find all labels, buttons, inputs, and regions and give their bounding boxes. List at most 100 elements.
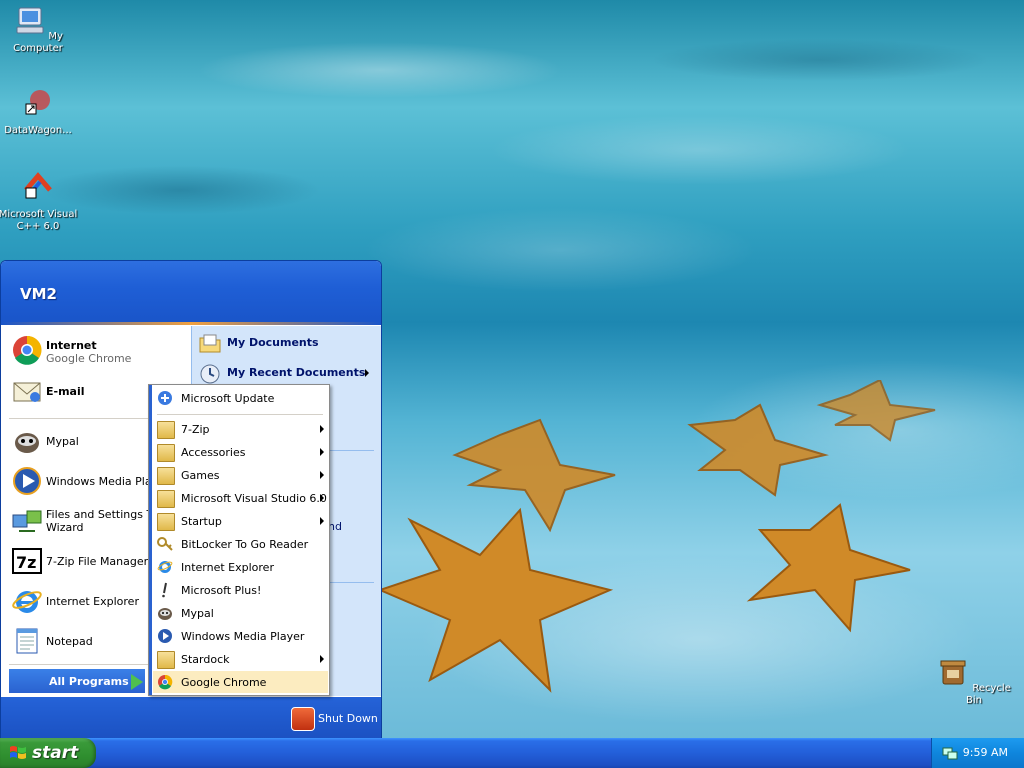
chrome-icon xyxy=(13,335,42,365)
chevron-right-icon xyxy=(320,425,324,433)
folder-icon xyxy=(157,513,175,531)
chevron-right-icon xyxy=(320,448,324,456)
right-partial-label: nd xyxy=(328,520,342,533)
submenu-item-accessories[interactable]: Accessories xyxy=(153,441,328,463)
submenu-item-mypal[interactable]: Mypal xyxy=(153,602,328,624)
plus-icon xyxy=(162,582,167,598)
update-icon xyxy=(158,391,172,405)
desktop-icon-label: DataWagon... xyxy=(4,125,72,136)
7zip-icon: 7z xyxy=(12,548,42,574)
chevron-right-icon xyxy=(320,471,324,479)
recent-title-line2: Wizard xyxy=(46,521,84,534)
submenu-label: Windows Media Player xyxy=(181,630,305,643)
submenu-label: Google Chrome xyxy=(181,676,267,689)
submenu-item-internet-explorer[interactable]: Internet Explorer xyxy=(153,556,328,578)
all-programs-label: All Programs xyxy=(49,675,129,688)
recent-title: Notepad xyxy=(46,635,93,648)
submenu-item-startup[interactable]: Startup xyxy=(153,510,328,532)
folder-icon xyxy=(157,490,175,508)
wallpaper-starfish xyxy=(380,380,936,693)
recent-title: Internet Explorer xyxy=(46,595,139,608)
desktop-icon-my-computer[interactable]: My Computer xyxy=(0,4,78,55)
submenu-label: Stardock xyxy=(181,653,230,666)
user-name: VM2 xyxy=(20,285,57,303)
ie-icon xyxy=(157,561,173,573)
header-divider xyxy=(1,322,381,325)
folder-icon xyxy=(157,467,175,485)
bitlocker-icon xyxy=(157,537,173,551)
email-icon xyxy=(13,382,41,402)
submenu-label: Games xyxy=(181,469,220,482)
recent-title: 7-Zip File Manager xyxy=(46,555,149,568)
start-label: start xyxy=(32,743,79,763)
desktop-icon-visual-cpp[interactable]: Microsoft Visual C++ 6.0 xyxy=(0,170,78,233)
submenu-label: 7-Zip xyxy=(181,423,210,436)
computer-icon xyxy=(16,7,44,34)
taskbar: start 9:59 AM xyxy=(0,738,1024,768)
media-player-icon xyxy=(158,629,172,643)
visual-cpp-icon xyxy=(24,172,52,199)
submenu-item-bitlocker[interactable]: BitLocker To Go Reader xyxy=(153,533,328,555)
submenu-label: Accessories xyxy=(181,446,246,459)
chevron-right-icon xyxy=(365,369,369,377)
arrow-right-icon xyxy=(131,674,143,690)
submenu-item-microsoft-update[interactable]: Microsoft Update xyxy=(153,387,328,409)
windows-flag-icon xyxy=(10,746,26,759)
notepad-icon xyxy=(16,628,38,654)
chrome-icon xyxy=(158,674,173,690)
chevron-right-icon xyxy=(320,517,324,525)
submenu-label: Microsoft Update xyxy=(181,392,275,405)
right-my-documents[interactable]: My Documents xyxy=(198,330,380,358)
chevron-right-icon xyxy=(320,655,324,663)
submenu-label: Startup xyxy=(181,515,222,528)
submenu-item-stardock[interactable]: Stardock xyxy=(153,648,328,670)
start-menu-header: VM2 xyxy=(1,261,381,325)
submenu-separator xyxy=(157,414,323,415)
transfer-wizard-icon xyxy=(12,510,42,532)
pinned-subtitle: Google Chrome xyxy=(46,352,132,365)
submenu-item-games[interactable]: Games xyxy=(153,464,328,486)
submenu-item-7zip[interactable]: 7-Zip xyxy=(153,418,328,440)
right-item-label: My Recent Documents xyxy=(227,366,366,379)
folder-icon xyxy=(157,444,175,462)
pinned-title: E-mail xyxy=(46,385,85,398)
desktop-icon-label: Recycle Bin xyxy=(966,683,1011,706)
submenu-label: Microsoft Visual Studio 6.0 xyxy=(181,492,327,505)
pinned-title: Internet xyxy=(46,339,97,352)
network-icon[interactable] xyxy=(942,745,958,761)
desktop-icon-recycle-bin[interactable]: Recycle Bin xyxy=(934,656,1014,707)
desktop-icon-datawagon[interactable]: DataWagon... xyxy=(0,86,78,137)
submenu-label: Internet Explorer xyxy=(181,561,274,574)
power-icon xyxy=(291,707,315,731)
recent-title-line1: Files and Settings Tra xyxy=(46,508,163,521)
submenu-item-microsoft-plus[interactable]: Microsoft Plus! xyxy=(153,579,328,601)
submenu-strip xyxy=(149,385,152,695)
chevron-right-icon xyxy=(320,494,324,502)
submenu-label: BitLocker To Go Reader xyxy=(181,538,309,551)
submenu-item-visual-studio[interactable]: Microsoft Visual Studio 6.0 xyxy=(153,487,328,509)
all-programs-submenu: Microsoft Update 7-Zip Accessories Games… xyxy=(148,384,330,696)
start-button[interactable]: start xyxy=(0,738,96,768)
documents-icon xyxy=(199,334,221,353)
folder-icon xyxy=(157,651,175,669)
submenu-item-google-chrome[interactable]: Google Chrome xyxy=(153,671,328,693)
media-player-icon xyxy=(13,467,41,495)
ie-icon xyxy=(12,591,42,613)
submenu-item-media-player[interactable]: Windows Media Player xyxy=(153,625,328,647)
desktop-icon-label: Microsoft Visual C++ 6.0 xyxy=(0,209,78,232)
recycle-bin-icon xyxy=(940,660,966,685)
system-tray: 9:59 AM xyxy=(931,738,1024,768)
svg-text:7z: 7z xyxy=(16,553,36,572)
recent-docs-icon xyxy=(200,364,220,384)
shutdown-button[interactable]: Shut Down xyxy=(291,705,381,731)
mypal-icon xyxy=(158,608,172,620)
clock[interactable]: 9:59 AM xyxy=(963,746,1008,759)
folder-icon xyxy=(157,421,175,439)
shutdown-label: Shut Down xyxy=(318,712,378,725)
mypal-icon xyxy=(15,433,39,453)
recent-title: Mypal xyxy=(46,435,79,448)
all-programs-button[interactable]: All Programs xyxy=(9,669,145,693)
datawagon-shortcut-icon xyxy=(25,90,50,115)
pinned-internet[interactable]: Internet Google Chrome xyxy=(3,330,189,370)
submenu-label: Microsoft Plus! xyxy=(181,584,262,597)
